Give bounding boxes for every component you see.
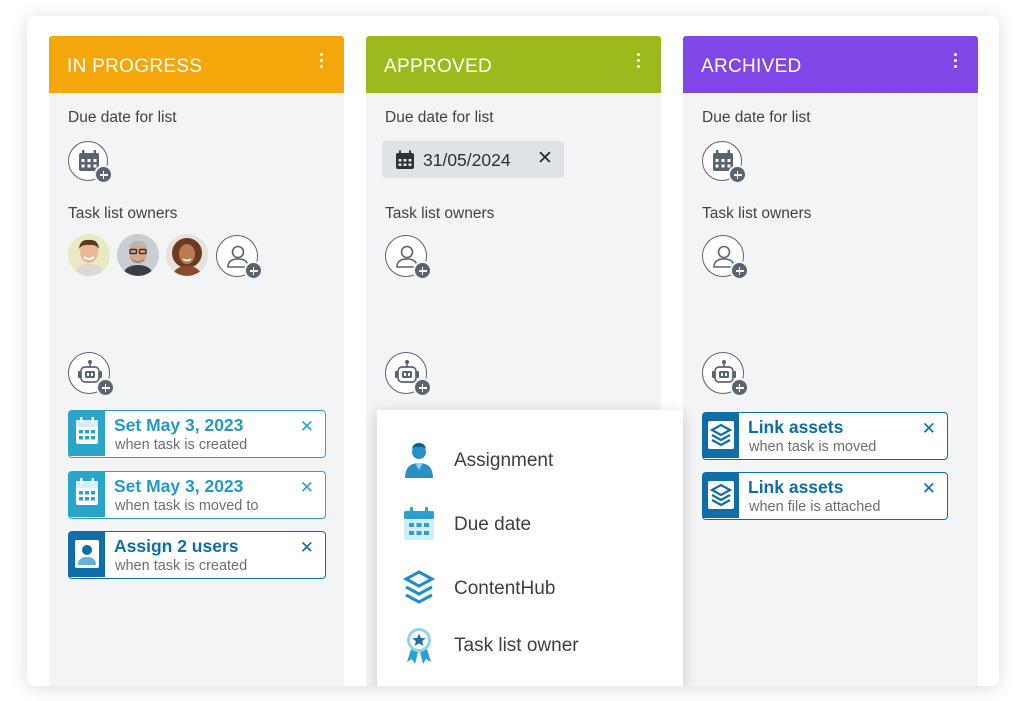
add-automation-button[interactable] xyxy=(385,352,432,397)
calendar-icon xyxy=(404,507,434,540)
menu-item-label: Due date xyxy=(454,514,532,535)
automation-rule[interactable]: Set May 3, 2023 when task is created ✕ xyxy=(68,410,326,458)
list-header-approved: APPROVED xyxy=(366,36,661,93)
plus-icon xyxy=(94,165,113,184)
rule-title: Link assets xyxy=(748,417,844,437)
remove-rule-icon[interactable]: ✕ xyxy=(300,417,314,437)
menu-item-label: ContentHub xyxy=(454,578,556,599)
add-owner-button[interactable] xyxy=(216,235,263,280)
list-title: ARCHIVED xyxy=(701,56,802,77)
rule-trigger: when task is moved xyxy=(749,439,877,455)
plus-icon xyxy=(96,378,115,397)
calendar-icon xyxy=(69,411,105,456)
menu-item-due-date[interactable]: Due date xyxy=(377,494,683,550)
menu-item-label: Task list owner xyxy=(454,635,579,656)
list-title: APPROVED xyxy=(384,56,492,77)
list-settings-panel: Due date for list Task list owners xyxy=(683,93,978,360)
rule-title: Link assets xyxy=(748,477,844,497)
rule-trigger: when task is moved to xyxy=(115,498,259,514)
list-settings-panel: Due date for list Task list owners xyxy=(49,93,344,360)
rule-title: Set May 3, 2023 xyxy=(114,415,244,435)
automation-rule[interactable]: Assign 2 users when task is created ✕ xyxy=(68,531,326,579)
due-date-label: Due date for list xyxy=(385,109,494,126)
owner-avatar[interactable] xyxy=(68,234,110,276)
layers-icon xyxy=(703,473,739,518)
list-header-in-progress: IN PROGRESS xyxy=(49,36,344,93)
automation-rules-panel: Set May 3, 2023 when task is created ✕ S… xyxy=(49,332,344,686)
layers-icon xyxy=(703,413,739,458)
plus-icon xyxy=(730,378,749,397)
layers-icon xyxy=(402,570,436,604)
award-icon xyxy=(407,628,431,664)
automation-rule[interactable]: Set May 3, 2023 when task is moved to ✕ xyxy=(68,471,326,519)
more-menu-icon[interactable] xyxy=(635,53,641,73)
plus-icon xyxy=(413,261,432,280)
remove-rule-icon[interactable]: ✕ xyxy=(300,478,314,498)
automation-board: IN PROGRESS Due date for list Task list … xyxy=(27,16,999,686)
task-list-owners-label: Task list owners xyxy=(68,205,178,222)
remove-rule-icon[interactable]: ✕ xyxy=(300,538,314,558)
automation-rule[interactable]: Link assets when file is attached ✕ xyxy=(702,472,948,520)
clear-date-icon[interactable]: ✕ xyxy=(537,147,553,170)
list-settings-panel: Due date for list 31/05/2024 ✕ Task list… xyxy=(366,93,661,360)
remove-rule-icon[interactable]: ✕ xyxy=(922,419,936,439)
menu-item-label: Assignment xyxy=(454,450,554,471)
more-menu-icon[interactable] xyxy=(952,53,958,73)
plus-icon xyxy=(244,261,263,280)
task-list-owners-label: Task list owners xyxy=(702,205,812,222)
add-owner-button[interactable] xyxy=(702,235,749,280)
plus-icon xyxy=(728,165,747,184)
automation-rules-panel: Link assets when task is moved ✕ Link as… xyxy=(683,332,978,686)
due-date-label: Due date for list xyxy=(702,109,811,126)
user-icon xyxy=(69,532,105,577)
user-icon xyxy=(405,443,433,478)
plus-icon xyxy=(413,378,432,397)
owner-avatar[interactable] xyxy=(166,234,208,276)
add-due-date-button[interactable] xyxy=(702,141,747,184)
task-list-owners-label: Task list owners xyxy=(385,205,495,222)
calendar-icon xyxy=(69,472,105,517)
calendar-icon xyxy=(396,150,414,169)
rule-trigger: when file is attached xyxy=(749,499,881,515)
automation-rule[interactable]: Link assets when task is moved ✕ xyxy=(702,412,948,460)
more-menu-icon[interactable] xyxy=(318,53,324,73)
list-title: IN PROGRESS xyxy=(67,56,203,77)
rule-title: Assign 2 users xyxy=(114,536,239,556)
add-automation-button[interactable] xyxy=(68,352,115,397)
rule-trigger: when task is created xyxy=(115,558,248,574)
plus-icon xyxy=(730,261,749,280)
due-date-label: Due date for list xyxy=(68,109,177,126)
rule-title: Set May 3, 2023 xyxy=(114,476,244,496)
menu-item-contenthub[interactable]: ContentHub xyxy=(377,558,683,614)
due-date-chip[interactable]: 31/05/2024 ✕ xyxy=(382,141,564,178)
add-automation-menu: Assignment Due date ContentHub Task list… xyxy=(377,410,683,686)
remove-rule-icon[interactable]: ✕ xyxy=(922,479,936,499)
menu-item-assignment[interactable]: Assignment xyxy=(377,430,683,486)
due-date-value: 31/05/2024 xyxy=(423,150,511,170)
add-owner-button[interactable] xyxy=(385,235,432,280)
owner-avatar[interactable] xyxy=(117,234,159,276)
rule-trigger: when task is created xyxy=(115,437,248,453)
list-header-archived: ARCHIVED xyxy=(683,36,978,93)
add-due-date-button[interactable] xyxy=(68,141,113,184)
add-automation-button[interactable] xyxy=(702,352,749,397)
menu-item-task-list-owner[interactable]: Task list owner xyxy=(377,615,683,671)
